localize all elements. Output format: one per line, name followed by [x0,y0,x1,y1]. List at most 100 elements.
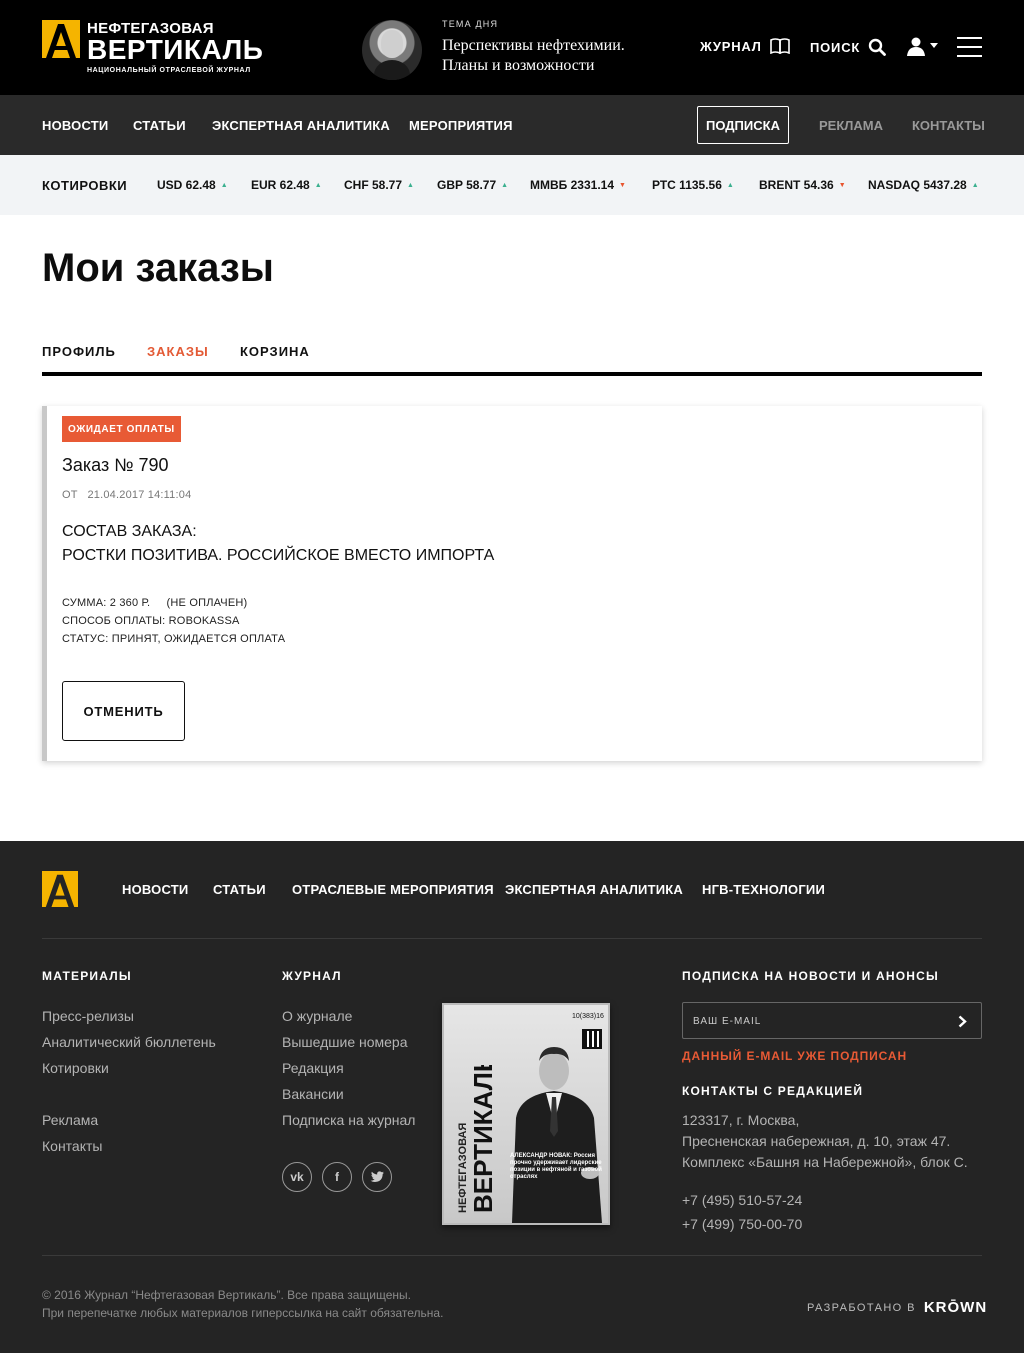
tab-orders[interactable]: ЗАКАЗЫ [147,344,209,359]
developer-credit[interactable]: РАЗРАБОТАНО В KRŌWN [807,1299,987,1316]
topic-link[interactable]: Перспективы нефтехимии. Планы и возможно… [442,36,682,76]
footer-link-issues[interactable]: Вышедшие номера [282,1034,408,1050]
nav-articles[interactable]: СТАТЬИ [133,118,186,133]
footer-link-vacancies[interactable]: Вакансии [282,1086,344,1102]
phone-link[interactable]: +7 (499) 750-00-70 [682,1216,802,1232]
email-input[interactable] [693,1014,943,1028]
footer: НОВОСТИ СТАТЬИ ОТРАСЛЕВЫЕ МЕРОПРИЯТИЯ ЭК… [0,841,1024,1353]
order-title: Заказ № 790 [62,455,169,475]
magazine-cover-image[interactable]: НЕФТЕГАЗОВАЯ ВЕРТИКАЛЬ 10(383)16 АЛЕКСАН… [442,1003,610,1225]
order-sum: СУММА: 2 360 Р. (НЕ ОПЛАЧЕН) [62,597,247,609]
quote-item[interactable]: CHF 58.77 ▲ [344,178,414,192]
quote-text: NASDAQ 5437.28 [868,178,967,192]
caret-down-icon [930,43,938,48]
quote-text: BRENT 54.36 [759,178,834,192]
order-payment-method: СПОСОБ ОПЛАТЫ: ROBOKASSA [62,615,240,627]
quote-item[interactable]: BRENT 54.36 ▼ [759,178,846,192]
footer-link-contacts[interactable]: Контакты [42,1138,102,1154]
topic-label: ТЕМА ДНЯ [442,19,499,29]
nav-contacts[interactable]: КОНТАКТЫ [912,118,985,133]
email-warning: ДАННЫЙ E-MAIL УЖЕ ПОДПИСАН [682,1049,908,1063]
footer-subscribe-heading: ПОДПИСКА НА НОВОСТИ И АНОНСЫ [682,969,939,983]
footer-link-about[interactable]: О журнале [282,1008,352,1024]
nav-ads[interactable]: РЕКЛАМА [819,118,883,133]
logo-mark-icon [42,20,80,58]
user-icon [907,37,925,56]
arrow-down-icon: ▼ [838,182,846,189]
menu-icon[interactable] [957,37,982,57]
quote-item[interactable]: NASDAQ 5437.28 ▲ [868,178,979,192]
arrow-up-icon: ▲ [314,182,322,189]
phone-link[interactable]: +7 (495) 510-57-24 [682,1192,802,1208]
footer-link-journal-subscription[interactable]: Подписка на журнал [282,1112,415,1128]
main-nav: НОВОСТИ СТАТЬИ ЭКСПЕРТНАЯ АНАЛИТИКА МЕРО… [0,95,1024,155]
logo-line3: НАЦИОНАЛЬНЫЙ ОТРАСЛЕВОЙ ЖУРНАЛ [87,67,251,74]
quote-item[interactable]: USD 62.48 ▲ [157,178,228,192]
subscribe-button[interactable]: ПОДПИСКА [697,106,789,144]
footer-link-quotes[interactable]: Котировки [42,1060,109,1076]
tab-cart[interactable]: КОРЗИНА [240,344,310,359]
avatar-body [374,60,410,80]
developer-brand: KRŌWN [923,1299,988,1316]
svg-text:ВЕРТИКАЛЬ: ВЕРТИКАЛЬ [468,1065,498,1213]
quote-item[interactable]: РТС 1135.56 ▲ [652,178,734,192]
footer-logo-icon[interactable] [42,871,78,907]
order-date-prefix: ОТ [62,489,78,501]
footer-link-ads[interactable]: Реклама [42,1112,98,1128]
order-date: ОТ 21.04.2017 14:11:04 [62,489,191,501]
order-date-value: 21.04.2017 14:11:04 [87,489,192,501]
quote-text: CHF 58.77 [344,178,403,192]
tab-profile[interactable]: ПРОФИЛЬ [42,344,116,359]
twitter-icon[interactable] [362,1162,392,1192]
cancel-order-button[interactable]: ОТМЕНИТЬ [62,681,185,741]
user-menu-button[interactable] [906,36,938,56]
search-button[interactable]: ПОИСК [810,38,887,56]
topic-line1: Перспективы нефтехимии. [442,37,625,54]
nav-news[interactable]: НОВОСТИ [42,118,108,133]
footer-nav-expert-analytics[interactable]: ЭКСПЕРТНАЯ АНАЛИТИКА [505,882,683,897]
footer-materials-heading: МАТЕРИАЛЫ [42,969,132,983]
footer-nav-news[interactable]: НОВОСТИ [122,882,188,897]
logo-line2: ВЕРТИКАЛЬ [87,34,264,65]
address-line: Комплекс «Башня на Набережной», блок С. [682,1154,968,1170]
journal-label: ЖУРНАЛ [700,38,762,54]
nav-events[interactable]: МЕРОПРИЯТИЯ [409,118,513,133]
avatar-face [381,30,403,58]
top-header: НЕФТЕГАЗОВАЯ ВЕРТИКАЛЬ НАЦИОНАЛЬНЫЙ ОТРА… [0,0,1024,95]
quote-item[interactable]: EUR 62.48 ▲ [251,178,322,192]
order-card: ОЖИДАЕТ ОПЛАТЫ Заказ № 790 ОТ 21.04.2017… [42,406,982,761]
order-composition-label: СОСТАВ ЗАКАЗА: [62,523,197,540]
cover-issue: 10(383)16 [572,1013,604,1020]
order-status: СТАТУС: ПРИНЯТ, ОЖИДАЕТСЯ ОПЛАТА [62,633,286,645]
footer-nav-ngv-tech[interactable]: НГВ-ТЕХНОЛОГИИ [702,882,825,897]
footer-divider [42,1255,982,1256]
quote-text: USD 62.48 [157,178,216,192]
copyright-line: © 2016 Журнал “Нефтегазовая Вертикаль”. … [42,1288,411,1302]
status-badge: ОЖИДАЕТ ОПЛАТЫ [62,416,181,442]
footer-nav-events[interactable]: ОТРАСЛЕВЫЕ МЕРОПРИЯТИЯ [292,882,494,897]
footer-nav-articles[interactable]: СТАТЬИ [213,882,266,897]
footer-link-editorial[interactable]: Редакция [282,1060,344,1076]
site-logo[interactable]: НЕФТЕГАЗОВАЯ ВЕРТИКАЛЬ НАЦИОНАЛЬНЫЙ ОТРА… [42,20,272,76]
arrow-up-icon: ▲ [501,182,509,189]
chevron-right-icon[interactable] [953,1013,971,1029]
arrow-up-icon: ▲ [220,182,228,189]
arrow-up-icon: ▲ [971,182,979,189]
journal-button[interactable]: ЖУРНАЛ [700,38,790,54]
facebook-icon[interactable]: f [322,1162,352,1192]
quote-item[interactable]: GBP 58.77 ▲ [437,178,508,192]
nav-expert-analytics[interactable]: ЭКСПЕРТНАЯ АНАЛИТИКА [212,118,390,133]
cover-headline: АЛЕКСАНДР НОВАК: Россия прочно удерживае… [510,1153,602,1180]
footer-link-press[interactable]: Пресс-релизы [42,1008,134,1024]
address-line: 123317, г. Москва, [682,1112,800,1128]
page-title: Мои заказы [42,246,274,290]
quote-item[interactable]: ММВБ 2331.14 ▼ [530,178,626,192]
order-sum-value: СУММА: 2 360 Р. [62,597,151,609]
vk-icon[interactable]: vk [282,1162,312,1192]
quote-text: EUR 62.48 [251,178,310,192]
search-label: ПОИСК [810,39,861,55]
address-line: Пресненская набережная, д. 10, этаж 47. [682,1133,951,1149]
quote-text: ММВБ 2331.14 [530,178,614,192]
footer-link-bulletin[interactable]: Аналитический бюллетень [42,1034,216,1050]
topic-avatar[interactable] [362,20,422,80]
